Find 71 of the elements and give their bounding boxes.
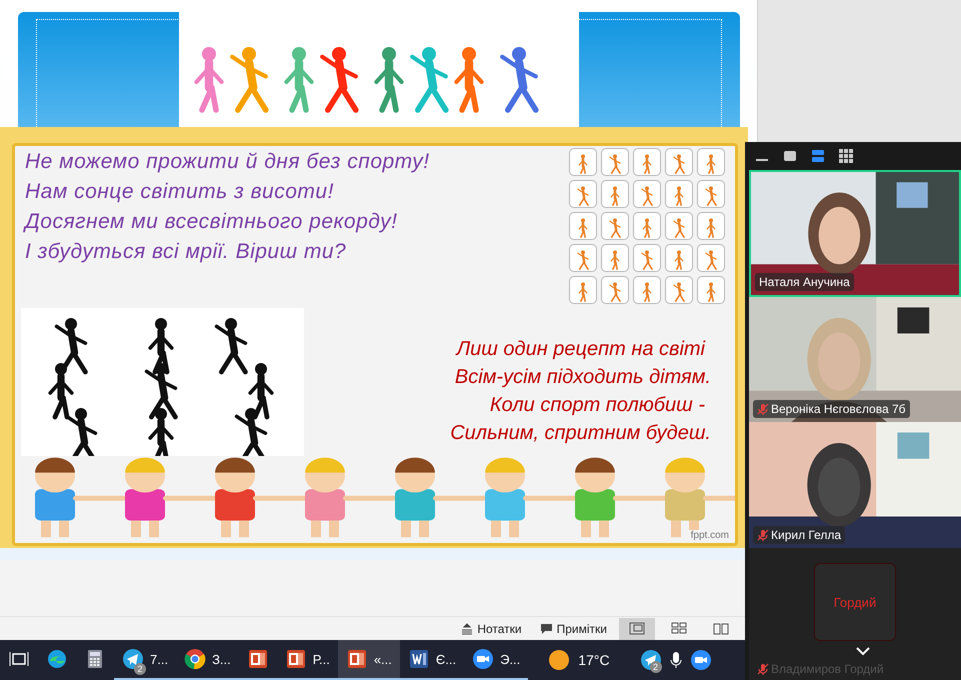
taskbar-app[interactable]: Э...: [464, 640, 528, 680]
taskbar-app[interactable]: «...: [338, 640, 400, 680]
zoom-icon: [690, 649, 712, 671]
verse-line: Досягнем ми всесвітнього рекорду!: [25, 210, 398, 234]
sport-icon: [633, 244, 661, 272]
sport-icon: [569, 276, 597, 304]
avatar-text: Гордий: [834, 594, 876, 610]
powerpoint-icon: [246, 648, 269, 670]
video-tile[interactable]: Кирил Гелла: [749, 422, 961, 548]
sport-icon: [601, 212, 629, 240]
poem-line: Лиш один рецепт на світі: [456, 338, 705, 361]
sport-icon: [633, 148, 661, 176]
sport-icon: [697, 276, 725, 304]
normal-view-button[interactable]: [619, 618, 655, 640]
powerpoint-icon: [284, 648, 307, 670]
sport-icon: [665, 276, 693, 304]
sport-icon: [665, 244, 693, 272]
chevron-down-icon[interactable]: [856, 646, 870, 656]
video-tile[interactable]: Наталя Анучина: [749, 170, 961, 297]
sport-icon: [569, 212, 597, 240]
sport-icon: [697, 212, 725, 240]
participant-name: Наталя Анучина: [755, 273, 854, 291]
sport-icon: [665, 212, 693, 240]
sport-icon: [697, 148, 725, 176]
powerpoint-icon: [346, 648, 368, 670]
edge-icon: [46, 648, 68, 670]
sport-icon: [569, 180, 597, 208]
verse-line: Не можемо прожити й дня без спорту!: [25, 150, 431, 174]
gallery-grid-icon[interactable]: [839, 149, 853, 163]
sport-icon: [569, 148, 597, 176]
participant-name: Вероніка Нєговєлова 7б: [753, 400, 910, 418]
window-icon[interactable]: [783, 150, 797, 162]
sport-icon: [601, 276, 629, 304]
weather-temperature: 17°C: [578, 652, 610, 668]
comment-icon: [540, 622, 553, 635]
sun-icon: [548, 649, 570, 671]
book-icon: [713, 622, 729, 636]
verse-line: Нам сонце світить з висоти!: [25, 180, 335, 204]
sport-icon: [665, 180, 693, 208]
chrome-icon: [184, 648, 206, 670]
sport-icon: [601, 148, 629, 176]
video-tile[interactable]: Вероніка Нєговєлова 7б: [749, 297, 961, 422]
speaker-view-icon[interactable]: [811, 149, 825, 163]
sport-icon: [633, 180, 661, 208]
sport-icon: [633, 212, 661, 240]
participant-name: Кирил Гелла: [753, 526, 846, 544]
notes-icon: [461, 622, 474, 635]
word-icon: [408, 648, 430, 670]
grid-icon: [671, 622, 687, 636]
poem-line: Всім-усім підходить дітям.: [454, 366, 711, 389]
sport-icon: [665, 148, 693, 176]
count-badge: 2: [134, 663, 146, 675]
credit-text: fppt.com: [688, 530, 731, 541]
taskbar-app[interactable]: З...: [176, 640, 239, 680]
zoom-icon: [472, 648, 494, 670]
poem-line: Сильним, спритним будеш.: [450, 422, 711, 445]
sport-icon: [601, 244, 629, 272]
taskbar-app[interactable]: Є...: [400, 640, 464, 680]
taskbar-app[interactable]: 2 7...: [114, 640, 176, 680]
sport-icon: [697, 244, 725, 272]
comments-button[interactable]: Примітки: [534, 620, 613, 638]
sport-icon: [569, 244, 597, 272]
sport-icon: [601, 180, 629, 208]
notes-button[interactable]: Нотатки: [455, 620, 528, 638]
sport-icon: [633, 276, 661, 304]
slide-icon: [629, 622, 645, 636]
poem-line: Коли спорт полюбиш -: [490, 394, 705, 417]
telegram-icon: [122, 648, 144, 670]
microphone-icon: [670, 651, 682, 669]
verse-line: І збудуться всі мрії. Віриш ти?: [25, 240, 348, 264]
sport-icon: [697, 180, 725, 208]
